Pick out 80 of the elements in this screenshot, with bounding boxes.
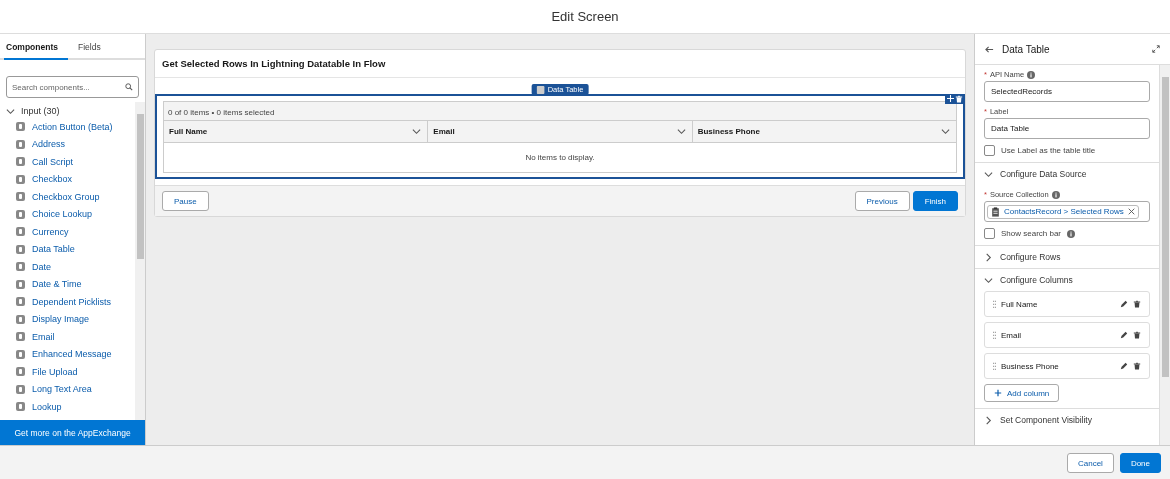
chevron-icon[interactable] <box>941 127 950 136</box>
column-name: Full Name <box>1001 299 1039 309</box>
search-icon <box>125 83 133 91</box>
checkbox[interactable] <box>984 145 995 156</box>
info-icon <box>1051 190 1060 199</box>
panel-title: Data Table <box>1002 43 1051 55</box>
delete-icon[interactable] <box>955 95 963 103</box>
column-header[interactable]: Business Phone <box>692 121 956 142</box>
section-title[interactable]: Configure Data Source <box>1000 169 1087 179</box>
tab[interactable]: Components <box>4 42 68 60</box>
pencil-icon[interactable] <box>1120 300 1128 308</box>
chevron-icon[interactable] <box>6 106 15 116</box>
expand-icon[interactable] <box>1152 45 1160 53</box>
pencil-icon[interactable] <box>1120 362 1128 370</box>
add-column-button[interactable]: Add column <box>984 384 1060 402</box>
checkbox[interactable] <box>984 228 995 239</box>
move-icon[interactable] <box>947 95 954 102</box>
component-item[interactable]: Data Table <box>0 240 135 258</box>
component-item[interactable]: Enhanced Message <box>0 345 135 363</box>
component-item[interactable]: Lookup <box>0 398 135 416</box>
column-header[interactable]: Full Name <box>164 121 429 142</box>
chevron-icon[interactable] <box>984 169 993 179</box>
section-title[interactable]: Configure Rows <box>1000 252 1061 262</box>
checkbox-label: Show search bar <box>1001 229 1062 238</box>
finish-button[interactable]: Finish <box>912 191 958 211</box>
text-field[interactable]: Data Table <box>984 118 1150 139</box>
tab[interactable]: Fields <box>75 42 103 60</box>
chevron-icon[interactable] <box>412 127 422 136</box>
component-icon <box>536 85 545 94</box>
text-field[interactable]: SelectedRecords <box>984 81 1150 102</box>
component-item[interactable]: Date & Time <box>0 275 135 293</box>
window-title: Edit Screen <box>551 9 619 24</box>
cancel-button[interactable]: Cancel <box>1066 453 1114 473</box>
previous-button[interactable]: Previous <box>854 191 910 211</box>
search-field[interactable]: Search components... <box>6 76 139 98</box>
component-item[interactable]: Checkbox <box>0 170 135 188</box>
component-item[interactable]: Long Text Area <box>0 380 135 398</box>
plus-icon <box>994 389 1002 397</box>
clipboard-icon <box>991 206 1000 217</box>
scrollbar[interactable] <box>135 102 145 420</box>
delete-icon[interactable] <box>1133 362 1141 370</box>
pencil-icon[interactable] <box>1120 331 1128 339</box>
component-item[interactable]: File Upload <box>0 363 135 381</box>
empty-message: No items to display. <box>164 143 956 172</box>
component-item[interactable]: Address <box>0 135 135 153</box>
source-collection-field[interactable]: ContactsRecord > Selected Rows <box>984 201 1150 222</box>
back-arrow-icon[interactable] <box>985 44 994 54</box>
collection-pill[interactable]: ContactsRecord > Selected Rows <box>987 204 1139 219</box>
done-button[interactable]: Done <box>1119 453 1161 473</box>
component-item[interactable]: Date <box>0 258 135 276</box>
pause-button[interactable]: Pause <box>162 191 209 211</box>
component-item[interactable]: Call Script <box>0 153 135 171</box>
delete-icon[interactable] <box>1133 300 1141 308</box>
screen-title: Get Selected Rows In Lightning Datatable In Flow <box>155 50 965 78</box>
appexchange-button[interactable]: Get more on the AppExchange <box>0 420 145 445</box>
column-header[interactable]: Email <box>428 121 693 142</box>
info-icon <box>1027 70 1036 79</box>
scrollbar[interactable] <box>1160 65 1170 445</box>
close-icon[interactable] <box>1127 208 1135 215</box>
chevron-icon[interactable] <box>676 127 686 136</box>
info-icon <box>1067 229 1076 238</box>
selected-component-frame[interactable]: 0 of 0 items • 0 items selected Full Name Email Business Phone No items to display. <box>155 94 965 179</box>
component-item[interactable]: Action Button (Beta) <box>0 118 135 136</box>
section-title[interactable]: Configure Columns <box>1000 275 1073 285</box>
column-name: Business Phone <box>1001 361 1060 371</box>
section-title[interactable]: Set Component Visibility <box>1000 415 1092 425</box>
chevron-icon[interactable] <box>984 415 993 425</box>
component-item[interactable]: Dependent Picklists <box>0 293 135 311</box>
chevron-icon[interactable] <box>984 252 993 262</box>
group-label[interactable]: Input (30) <box>21 106 60 116</box>
checkbox-label: Use Label as the table title <box>1001 146 1096 155</box>
delete-icon[interactable] <box>1133 331 1141 339</box>
table-summary: 0 of 0 items • 0 items selected <box>167 107 276 119</box>
component-item[interactable]: Display Image <box>0 310 135 328</box>
component-item[interactable]: Email <box>0 328 135 346</box>
component-item[interactable]: Checkbox Group <box>0 188 135 206</box>
column-name: Email <box>1001 330 1022 340</box>
component-item[interactable]: Currency <box>0 223 135 241</box>
component-item[interactable]: Choice Lookup <box>0 205 135 223</box>
chevron-icon[interactable] <box>984 275 993 285</box>
